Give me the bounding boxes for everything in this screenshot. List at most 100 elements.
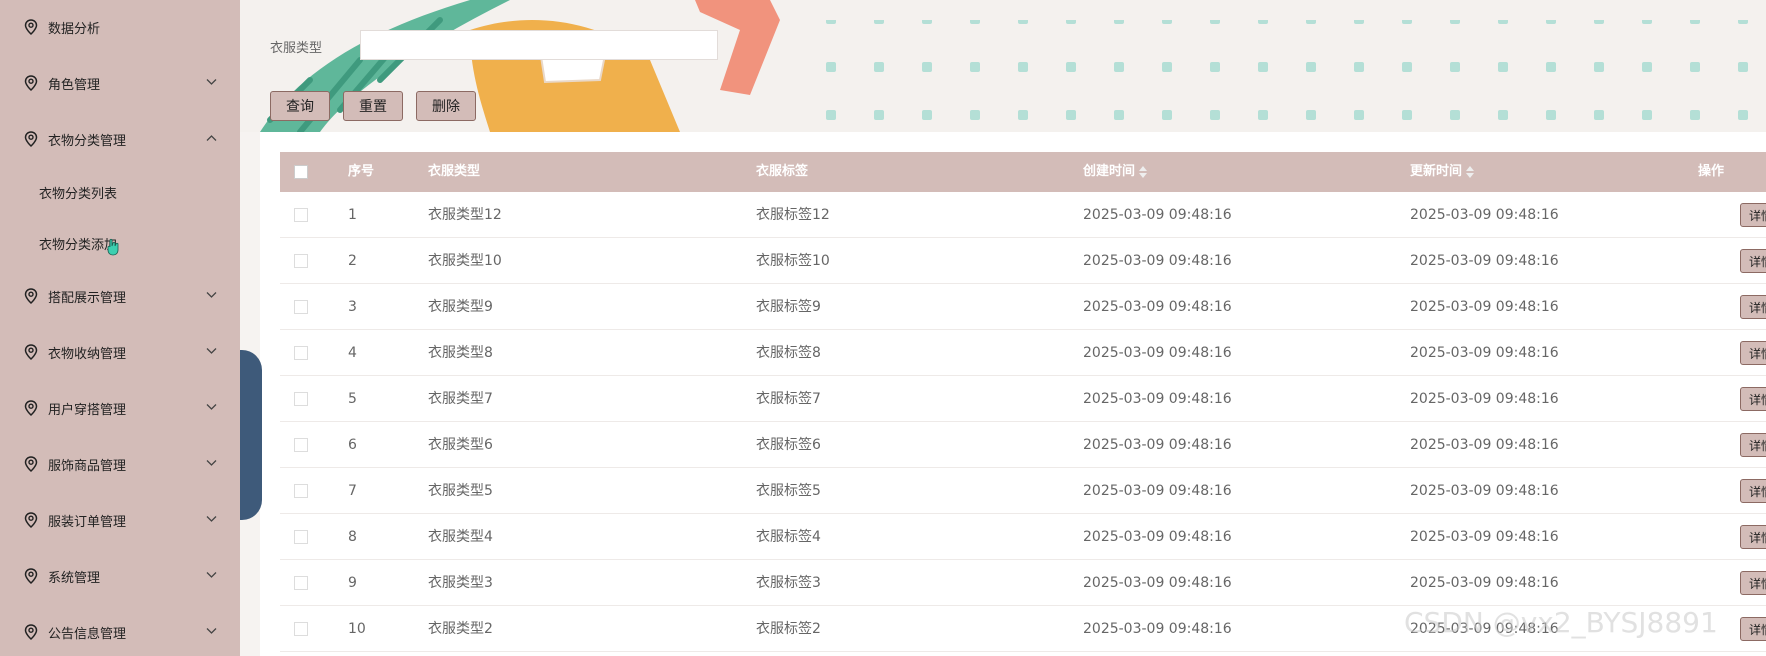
detail-button[interactable]: 详情 xyxy=(1740,387,1766,411)
location-pin-icon xyxy=(24,624,38,640)
detail-button[interactable]: 详情 xyxy=(1740,295,1766,319)
chevron-down-icon xyxy=(206,348,217,354)
sidebar-item-data-analysis[interactable]: 数据分析 xyxy=(0,7,240,47)
cell-updated-time: 2025-03-09 09:48:16 xyxy=(1410,345,1559,361)
row-checkbox[interactable] xyxy=(294,622,308,636)
sidebar-item-label: 用户穿搭管理 xyxy=(48,402,127,418)
row-checkbox[interactable] xyxy=(294,254,308,268)
location-pin-icon xyxy=(24,456,38,472)
cell-clothing-type: 衣服类型9 xyxy=(428,299,493,315)
cell-clothing-type: 衣服类型10 xyxy=(428,253,502,269)
sidebar-item-clothing-category[interactable]: 衣物分类管理 xyxy=(0,119,240,159)
sidebar-item-system-management[interactable]: 系统管理 xyxy=(0,556,240,596)
chevron-down-icon xyxy=(206,628,217,634)
cell-clothing-tag: 衣服标签5 xyxy=(756,483,821,499)
sidebar-item-label: 衣物分类管理 xyxy=(48,133,127,149)
sidebar-item-clothing-storage[interactable]: 衣物收纳管理 xyxy=(0,332,240,372)
row-checkbox[interactable] xyxy=(294,530,308,544)
main-content: 衣服类型 查询 重置 删除 序号 衣服类型 衣服标签 创建时间 更新时间 操作 … xyxy=(240,0,1766,656)
sidebar-item-clothing-orders[interactable]: 服装订单管理 xyxy=(0,500,240,540)
reset-button[interactable]: 重置 xyxy=(343,91,403,121)
table-row: 7 衣服类型5 衣服标签5 2025-03-09 09:48:16 2025-03-09… xyxy=(280,468,1766,514)
detail-button[interactable]: 详情 xyxy=(1740,203,1766,227)
cell-index: 4 xyxy=(348,345,357,361)
sort-icon[interactable] xyxy=(1466,165,1475,178)
cell-index: 9 xyxy=(348,575,357,591)
table-row: 6 衣服类型6 衣服标签6 2025-03-09 09:48:16 2025-03-09… xyxy=(280,422,1766,468)
row-checkbox[interactable] xyxy=(294,576,308,590)
delete-button[interactable]: 删除 xyxy=(416,91,476,121)
chevron-down-icon xyxy=(206,460,217,466)
header-updated-time: 更新时间 xyxy=(1410,164,1463,179)
location-pin-icon xyxy=(24,288,38,304)
sidebar-item-label: 服饰商品管理 xyxy=(48,458,127,474)
sidebar-item-announcements[interactable]: 公告信息管理 xyxy=(0,612,240,652)
cell-created-time: 2025-03-09 09:48:16 xyxy=(1083,529,1232,545)
location-pin-icon xyxy=(24,512,38,528)
sidebar-item-label: 公告信息管理 xyxy=(48,626,127,642)
cell-index: 5 xyxy=(348,391,357,407)
sidebar-item-outfit-display[interactable]: 搭配展示管理 xyxy=(0,276,240,316)
header-action: 操作 xyxy=(1698,164,1725,179)
watermark-text: CSDN @vx2_BYSJ8891 xyxy=(1404,606,1718,639)
cell-created-time: 2025-03-09 09:48:16 xyxy=(1083,575,1232,591)
sidebar-subitem-category-list[interactable]: 衣物分类列表 xyxy=(0,173,240,211)
sidebar-item-label: 服装订单管理 xyxy=(48,514,127,530)
location-pin-icon xyxy=(24,344,38,360)
row-checkbox[interactable] xyxy=(294,392,308,406)
row-checkbox[interactable] xyxy=(294,208,308,222)
cell-created-time: 2025-03-09 09:48:16 xyxy=(1083,345,1232,361)
cell-index: 7 xyxy=(348,483,357,499)
sort-icon[interactable] xyxy=(1139,165,1148,178)
location-pin-icon xyxy=(24,400,38,416)
sidebar-subitem-category-add[interactable]: 衣物分类添加 xyxy=(0,224,240,262)
cell-clothing-tag: 衣服标签9 xyxy=(756,299,821,315)
clothing-category-table: 序号 衣服类型 衣服标签 创建时间 更新时间 操作 1 衣服类型12 衣服标签12 2… xyxy=(280,152,1766,652)
detail-button[interactable]: 详情 xyxy=(1740,571,1766,595)
detail-button[interactable]: 详情 xyxy=(1740,433,1766,457)
cell-index: 6 xyxy=(348,437,357,453)
cell-clothing-tag: 衣服标签10 xyxy=(756,253,830,269)
row-checkbox[interactable] xyxy=(294,346,308,360)
cell-clothing-type: 衣服类型12 xyxy=(428,207,502,223)
detail-button[interactable]: 详情 xyxy=(1740,525,1766,549)
chevron-down-icon xyxy=(206,404,217,410)
sidebar-item-label: 衣物收纳管理 xyxy=(48,346,127,362)
chevron-down-icon xyxy=(206,572,217,578)
cell-clothing-type: 衣服类型4 xyxy=(428,529,493,545)
left-decor-shape xyxy=(240,350,262,520)
sidebar-item-apparel-products[interactable]: 服饰商品管理 xyxy=(0,444,240,484)
row-checkbox[interactable] xyxy=(294,438,308,452)
cell-index: 8 xyxy=(348,529,357,545)
cell-created-time: 2025-03-09 09:48:16 xyxy=(1083,483,1232,499)
cell-index: 1 xyxy=(348,207,357,223)
detail-button[interactable]: 详情 xyxy=(1740,341,1766,365)
sidebar-item-role-management[interactable]: 角色管理 xyxy=(0,63,240,103)
clothing-type-search-input[interactable] xyxy=(360,30,718,60)
query-button[interactable]: 查询 xyxy=(270,91,330,121)
cell-clothing-type: 衣服类型6 xyxy=(428,437,493,453)
detail-button[interactable]: 详情 xyxy=(1740,249,1766,273)
row-checkbox[interactable] xyxy=(294,300,308,314)
detail-button[interactable]: 详情 xyxy=(1740,617,1766,641)
cell-clothing-tag: 衣服标签6 xyxy=(756,437,821,453)
select-all-checkbox[interactable] xyxy=(294,165,308,179)
sidebar-item-user-outfit[interactable]: 用户穿搭管理 xyxy=(0,388,240,428)
row-checkbox[interactable] xyxy=(294,484,308,498)
detail-button[interactable]: 详情 xyxy=(1740,479,1766,503)
table-row: 1 衣服类型12 衣服标签12 2025-03-09 09:48:16 2025-03-… xyxy=(280,192,1766,238)
cell-index: 3 xyxy=(348,299,357,315)
header-updated-time-wrap[interactable]: 更新时间 xyxy=(1410,152,1475,192)
chevron-down-icon xyxy=(206,516,217,522)
table-row: 8 衣服类型4 衣服标签4 2025-03-09 09:48:16 2025-03-09… xyxy=(280,514,1766,560)
sidebar-item-label: 搭配展示管理 xyxy=(48,290,127,306)
cell-clothing-tag: 衣服标签7 xyxy=(756,391,821,407)
table-body: 1 衣服类型12 衣服标签12 2025-03-09 09:48:16 2025-03-… xyxy=(280,192,1766,652)
header-clothing-tag: 衣服标签 xyxy=(756,164,809,179)
table-row: 5 衣服类型7 衣服标签7 2025-03-09 09:48:16 2025-03-09… xyxy=(280,376,1766,422)
sidebar-item-label: 数据分析 xyxy=(48,21,101,37)
cell-clothing-tag: 衣服标签2 xyxy=(756,621,821,637)
chevron-up-icon xyxy=(206,135,217,141)
header-created-time-wrap[interactable]: 创建时间 xyxy=(1083,152,1148,192)
cell-created-time: 2025-03-09 09:48:16 xyxy=(1083,299,1232,315)
